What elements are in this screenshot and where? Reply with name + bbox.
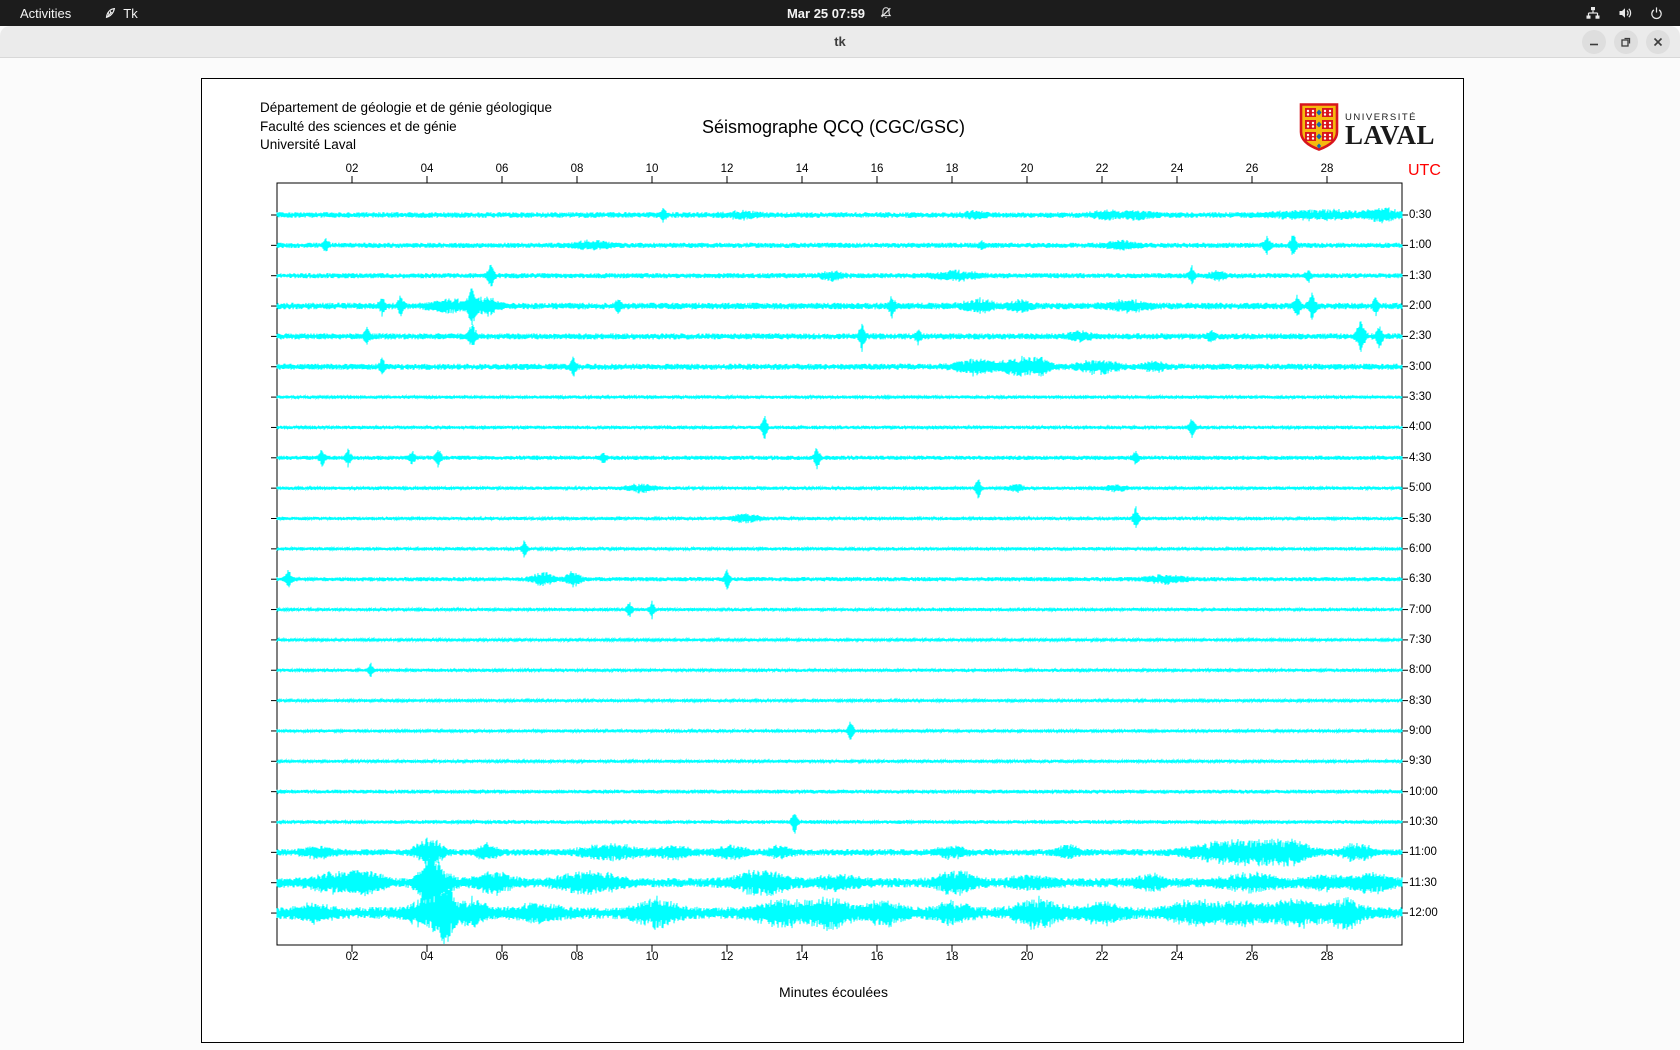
seismogram-trace-7:30 — [277, 639, 1402, 642]
x-tick-bottom: 02 — [346, 951, 359, 963]
row-time-label: 8:30 — [1409, 695, 1431, 707]
row-time-label: 10:30 — [1409, 816, 1438, 828]
seismogram-trace-10:00 — [277, 790, 1402, 794]
x-tick-bottom: 14 — [796, 951, 809, 963]
seismogram-trace-4:00 — [277, 416, 1402, 439]
x-tick-top: 02 — [346, 163, 359, 175]
clock[interactable]: Mar 25 07:59 — [787, 6, 865, 21]
x-tick-bottom: 18 — [946, 951, 959, 963]
x-tick-top: 08 — [571, 163, 584, 175]
x-tick-bottom: 12 — [721, 951, 734, 963]
x-tick-top: 20 — [1021, 163, 1034, 175]
focused-app-name: Tk — [123, 6, 137, 21]
row-time-label: 0:30 — [1409, 209, 1431, 221]
seismogram-trace-0:30 — [277, 207, 1402, 223]
close-button[interactable] — [1646, 30, 1670, 54]
helicorder-plot — [202, 79, 1465, 1044]
x-tick-bottom: 10 — [646, 951, 659, 963]
seismogram-trace-8:30 — [277, 699, 1402, 702]
x-tick-top: 10 — [646, 163, 659, 175]
seismogram-trace-2:00 — [277, 289, 1402, 326]
seismogram-trace-2:30 — [277, 321, 1402, 352]
seismogram-trace-9:00 — [277, 722, 1402, 740]
seismogram-trace-9:30 — [277, 760, 1402, 763]
x-tick-bottom: 20 — [1021, 951, 1034, 963]
row-time-label: 11:30 — [1409, 877, 1437, 889]
x-tick-bottom: 16 — [871, 951, 884, 963]
x-tick-top: 22 — [1096, 163, 1109, 175]
row-time-label: 9:00 — [1409, 725, 1431, 737]
x-tick-top: 24 — [1171, 163, 1184, 175]
seismogram-trace-3:00 — [277, 356, 1402, 377]
seismogram-trace-7:00 — [277, 601, 1402, 620]
seismogram-trace-5:30 — [277, 506, 1402, 528]
x-tick-bottom: 28 — [1321, 951, 1334, 963]
x-tick-bottom: 22 — [1096, 951, 1109, 963]
row-time-label: 8:00 — [1409, 664, 1431, 676]
row-time-label: 6:30 — [1409, 573, 1431, 585]
x-tick-top: 26 — [1246, 163, 1259, 175]
row-time-label: 1:00 — [1409, 239, 1431, 251]
x-tick-bottom: 24 — [1171, 951, 1184, 963]
activities-button[interactable]: Activities — [14, 4, 77, 23]
row-time-label: 11:00 — [1409, 846, 1437, 858]
restore-button[interactable] — [1614, 30, 1638, 54]
x-tick-top: 16 — [871, 163, 884, 175]
gnome-top-bar: Activities Tk Mar 25 07:59 — [0, 0, 1680, 26]
seismogram-trace-1:00 — [277, 236, 1402, 255]
seismogram-trace-5:00 — [277, 480, 1402, 499]
row-time-label: 10:00 — [1409, 786, 1438, 798]
seismogram-trace-6:30 — [277, 570, 1402, 590]
x-tick-bottom: 04 — [421, 951, 434, 963]
row-time-label: 2:00 — [1409, 300, 1431, 312]
tk-window: tk Département de géologie et de génie — [0, 26, 1680, 1050]
window-title: tk — [834, 34, 846, 49]
row-time-label: 12:00 — [1409, 907, 1438, 919]
row-time-label: 5:30 — [1409, 513, 1431, 525]
tk-feather-icon — [103, 6, 117, 20]
power-icon[interactable] — [1649, 6, 1664, 21]
x-tick-top: 18 — [946, 163, 959, 175]
row-time-label: 1:30 — [1409, 270, 1431, 282]
seismogram-trace-6:00 — [277, 541, 1402, 558]
notifications-off-icon[interactable] — [879, 6, 893, 20]
network-wired-icon[interactable] — [1585, 5, 1601, 21]
row-time-label: 4:00 — [1409, 421, 1431, 433]
seismogram-trace-3:30 — [277, 395, 1402, 398]
row-time-label: 7:30 — [1409, 634, 1431, 646]
row-time-label: 6:00 — [1409, 543, 1431, 555]
x-tick-top: 28 — [1321, 163, 1334, 175]
row-time-label: 3:30 — [1409, 391, 1431, 403]
minimize-button[interactable] — [1582, 30, 1606, 54]
row-time-label: 9:30 — [1409, 755, 1431, 767]
x-tick-top: 04 — [421, 163, 434, 175]
x-axis-title: Minutes écoulées — [202, 984, 1465, 1000]
x-tick-top: 06 — [496, 163, 509, 175]
row-time-label: 3:00 — [1409, 361, 1431, 373]
x-tick-top: 12 — [721, 163, 734, 175]
seismogram-trace-4:30 — [277, 448, 1402, 469]
row-time-label: 7:00 — [1409, 604, 1431, 616]
x-tick-bottom: 08 — [571, 951, 584, 963]
x-tick-bottom: 26 — [1246, 951, 1259, 963]
seismogram-trace-10:30 — [277, 814, 1402, 833]
row-time-label: 4:30 — [1409, 452, 1431, 464]
row-time-label: 5:00 — [1409, 482, 1431, 494]
window-titlebar[interactable]: tk — [0, 26, 1680, 58]
volume-icon[interactable] — [1617, 5, 1633, 21]
x-tick-top: 14 — [796, 163, 809, 175]
x-tick-bottom: 06 — [496, 951, 509, 963]
seismogram-trace-8:00 — [277, 663, 1402, 677]
row-time-label: 2:30 — [1409, 330, 1431, 342]
seismograph-canvas: Département de géologie et de génie géol… — [201, 78, 1464, 1043]
seismogram-trace-1:30 — [277, 265, 1402, 287]
seismogram-trace-11:00 — [277, 838, 1402, 869]
focused-app-menu[interactable]: Tk — [103, 6, 137, 21]
